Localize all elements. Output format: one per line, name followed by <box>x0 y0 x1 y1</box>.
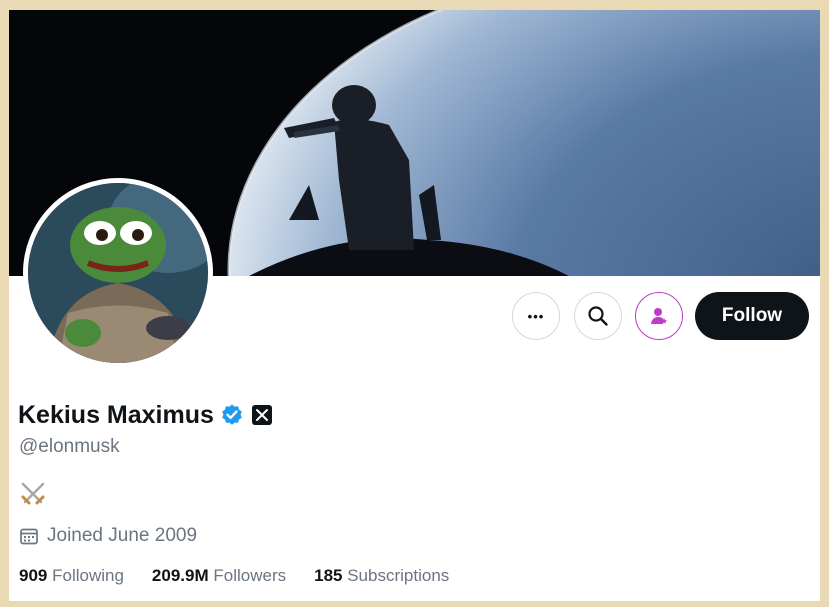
profile-action-bar: ••• Follow <box>9 292 820 344</box>
more-icon: ••• <box>527 308 545 324</box>
joined-date: Joined June 2009 <box>47 525 198 546</box>
followers-label: Followers <box>213 566 287 585</box>
following-stat[interactable]: 909 Following <box>19 566 124 586</box>
more-options-button[interactable]: ••• <box>512 292 560 340</box>
subscriptions-label: Subscriptions <box>347 566 450 585</box>
followers-count: 209.9M <box>151 566 209 585</box>
follow-button[interactable]: Follow <box>695 292 809 340</box>
x-logo-icon[interactable] <box>251 405 272 425</box>
search-profile-button[interactable] <box>574 292 622 340</box>
bio-crossed-swords-icon <box>21 482 45 505</box>
search-icon <box>588 306 608 326</box>
subscriptions-stat[interactable]: 185 Subscriptions <box>314 566 449 586</box>
profile-card: ••• Follow Kekius Maximus @elonmusk Join… <box>9 10 820 601</box>
subscribe-person-icon <box>651 308 667 324</box>
display-name: Kekius Maximus <box>18 400 214 429</box>
profile-handle: @elonmusk <box>19 436 120 457</box>
subscriptions-count: 185 <box>314 566 343 585</box>
name-row: Kekius Maximus <box>18 398 272 432</box>
joined-date-row: Joined June 2009 <box>19 523 197 549</box>
calendar-icon <box>20 528 38 545</box>
following-label: Following <box>52 566 124 585</box>
following-count: 909 <box>19 566 48 585</box>
subscribe-button[interactable] <box>635 292 683 340</box>
profile-stats: 909 Following 209.9M Followers 185 Subsc… <box>19 566 477 586</box>
verified-badge-icon[interactable] <box>220 403 244 427</box>
followers-stat[interactable]: 209.9M Followers <box>152 566 286 586</box>
